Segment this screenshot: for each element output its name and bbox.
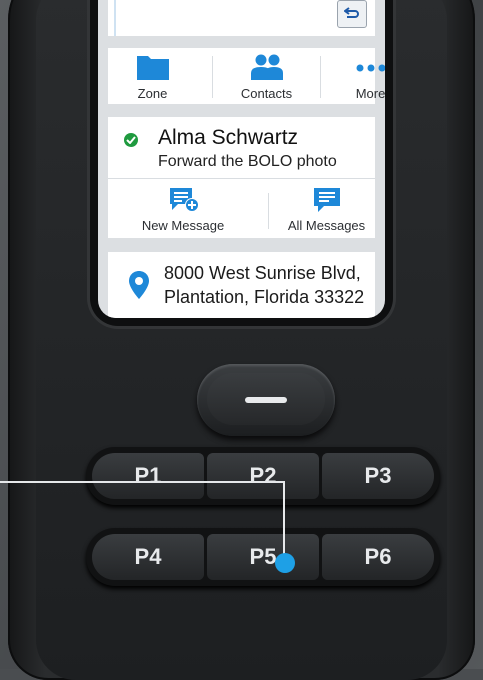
back-icon (344, 7, 359, 18)
p1-key[interactable]: P1 (92, 453, 204, 499)
action-label: All Messages (287, 218, 366, 233)
p3-key[interactable]: P3 (322, 453, 434, 499)
home-button[interactable] (197, 364, 335, 436)
programmable-keys-row-2: P4 P5 P6 (86, 528, 440, 586)
callout-dot (275, 553, 295, 573)
location-card[interactable]: 8000 West Sunrise Blvd, Plantation, Flor… (108, 252, 375, 318)
new-message-button[interactable]: New Message (108, 181, 258, 237)
divider (268, 193, 269, 229)
divider (320, 56, 321, 98)
top-card (108, 0, 375, 36)
tab-label: Zone (137, 86, 168, 101)
home-button-line (245, 397, 287, 403)
p5-key[interactable]: P5 (207, 534, 319, 580)
address-line-1: 8000 West Sunrise Blvd, (164, 263, 361, 283)
all-messages-icon (278, 186, 375, 219)
message-card[interactable]: Alma Schwartz Forward the BOLO photo New… (108, 117, 375, 238)
contacts-icon (222, 53, 311, 83)
card-accent-bar (114, 0, 116, 36)
action-label: New Message (141, 218, 225, 233)
folder-icon (108, 53, 197, 83)
back-button[interactable] (337, 0, 367, 28)
address-line-2: Plantation, Florida 33322 (164, 287, 365, 307)
p4-key[interactable]: P4 (92, 534, 204, 580)
quick-tabs-card: Zone Contacts More (108, 48, 385, 104)
message-preview: Forward the BOLO photo (158, 153, 337, 170)
new-message-icon (108, 186, 258, 219)
divider (108, 178, 375, 179)
tab-more[interactable]: More (326, 48, 385, 104)
callout-line-horizontal (0, 481, 284, 483)
tab-label: Contacts (240, 86, 293, 101)
tab-contacts[interactable]: Contacts (222, 48, 311, 104)
callout-line-vertical (283, 481, 285, 563)
programmable-keys-row-1: P1 P2 P3 (86, 447, 440, 505)
check-circle-icon (124, 133, 138, 147)
all-messages-button[interactable]: All Messages (278, 181, 375, 237)
contact-name: Alma Schwartz (158, 126, 299, 149)
p2-key[interactable]: P2 (207, 453, 319, 499)
tab-label: More (355, 86, 385, 101)
p6-key[interactable]: P6 (322, 534, 434, 580)
location-pin-icon (128, 270, 150, 305)
radio-screen: Zone Contacts More Alma Schwartz Forward… (98, 0, 385, 318)
tab-zone[interactable]: Zone (108, 48, 197, 104)
more-icon (326, 53, 385, 83)
divider (212, 56, 213, 98)
home-button-face (207, 373, 325, 425)
